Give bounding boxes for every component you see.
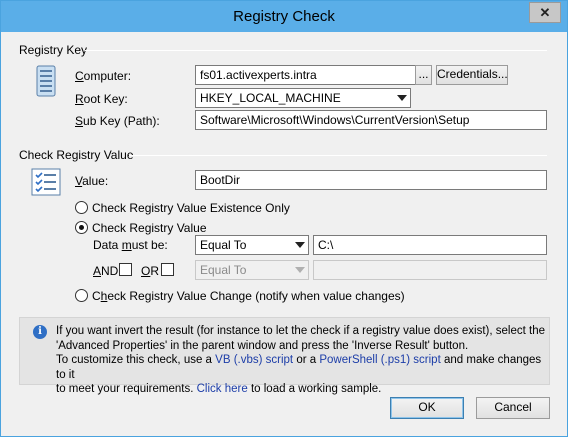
or-label: OR (141, 264, 160, 278)
window-title: Registry Check (233, 8, 335, 25)
checklist-icon (31, 168, 61, 196)
vbs-script-link[interactable]: VB (.vbs) script (215, 354, 293, 366)
close-icon: ✕ (539, 4, 551, 20)
powershell-script-link[interactable]: PowerShell (.ps1) script (319, 354, 440, 366)
and-label: AND (93, 264, 119, 278)
group-divider (85, 50, 547, 51)
data-value2-field[interactable] (313, 260, 547, 280)
computer-label: Computer: (75, 69, 132, 83)
info-line-4: to meet your requirements. Click here to… (56, 383, 382, 395)
radio-check-value-label[interactable]: Check Registry Value (92, 221, 207, 235)
info-line-1: If you want invert the result (for insta… (56, 325, 545, 337)
operator2-value: Equal To (200, 263, 247, 277)
credentials-button[interactable]: Credentials... (436, 65, 508, 85)
ok-button[interactable]: OK (390, 397, 464, 419)
data-value-field[interactable]: C:\ (313, 235, 547, 255)
operator2-dropdown[interactable]: Equal To (195, 260, 309, 280)
value-label: Value: (75, 174, 109, 188)
radio-existence-label[interactable]: Check Registry Value Existence Only (92, 201, 290, 215)
chevron-down-icon (397, 95, 407, 101)
server-icon (36, 65, 56, 97)
registry-key-group-label: Registry Key (19, 43, 88, 57)
title-bar: Registry Check ✕ (1, 1, 567, 32)
info-icon: i (33, 325, 47, 339)
radio-value-change[interactable] (75, 289, 88, 302)
radio-value-change-label[interactable]: Check Registry Value Change (notify when… (92, 289, 405, 303)
or-checkbox[interactable] (161, 263, 174, 276)
and-checkbox[interactable] (119, 263, 132, 276)
browse-button[interactable]: ... (415, 65, 432, 85)
value-field[interactable]: BootDir (195, 170, 547, 190)
group-divider (129, 155, 547, 156)
registry-check-dialog: Registry Check ✕ Registry Key Computer: … (0, 0, 568, 437)
operator-dropdown[interactable]: Equal To (195, 235, 309, 255)
computer-field[interactable]: fs01.activexperts.intra (195, 65, 417, 85)
close-button[interactable]: ✕ (529, 2, 561, 23)
root-key-value: HKEY_LOCAL_MACHINE (200, 91, 341, 105)
chevron-down-icon (295, 242, 305, 248)
info-text: If you want invert the result (for insta… (56, 324, 546, 397)
radio-check-value[interactable] (75, 221, 88, 234)
root-key-dropdown[interactable]: HKEY_LOCAL_MACHINE (195, 88, 411, 108)
check-value-group-label: Check Registry Value (19, 148, 134, 162)
click-here-link[interactable]: Click here (197, 383, 248, 395)
radio-existence-only[interactable] (75, 201, 88, 214)
dialog-client: Registry Key Computer: fs01.activexperts… (9, 32, 559, 430)
sub-key-field[interactable]: Software\Microsoft\Windows\CurrentVersio… (195, 110, 547, 130)
chevron-down-icon (295, 267, 305, 273)
cancel-button[interactable]: Cancel (476, 397, 550, 419)
data-must-be-label: Data must be: (93, 238, 168, 252)
operator-value: Equal To (200, 238, 247, 252)
root-key-label: Root Key: (75, 92, 128, 106)
info-line-3: To customize this check, use a VB (.vbs)… (56, 354, 542, 381)
info-line-2: 'Advanced Properties' in the parent wind… (56, 339, 469, 352)
sub-key-label: Sub Key (Path): (75, 114, 160, 128)
info-panel: i If you want invert the result (for ins… (19, 317, 550, 395)
